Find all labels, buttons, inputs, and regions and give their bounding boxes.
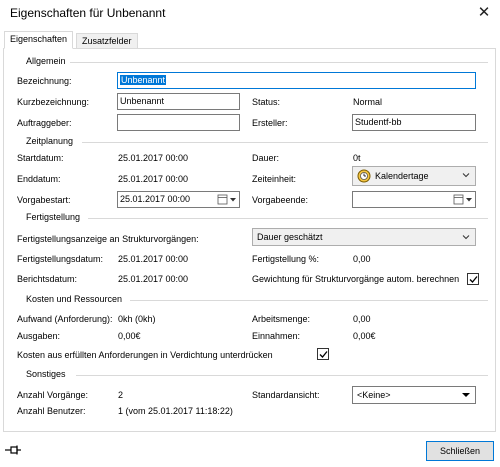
standardansicht-label: Standardansicht: bbox=[252, 390, 320, 400]
pin-icon[interactable] bbox=[4, 444, 22, 456]
close-icon[interactable]: ✕ bbox=[474, 3, 494, 23]
berichtsdatum-label: Berichtsdatum: bbox=[17, 274, 78, 284]
section-sonstiges-header: Sonstiges bbox=[26, 369, 66, 379]
fertigstellungsdatum-value: 25.01.2017 00:00 bbox=[118, 254, 189, 264]
ausgaben-value: 0,00€ bbox=[118, 331, 141, 341]
bezeichnung-input[interactable]: Unbenannt bbox=[117, 72, 476, 89]
window-title: Eigenschaften für Unbenannt bbox=[10, 6, 166, 20]
checkmark-icon bbox=[319, 351, 328, 358]
date-picker-button[interactable] bbox=[216, 192, 238, 207]
status-value: Normal bbox=[353, 97, 383, 107]
section-zeitplanung-header: Zeitplanung bbox=[26, 136, 74, 146]
dauer-value: 0t bbox=[353, 153, 361, 163]
fertigstellungsanzeige-label: Fertigstellungsanzeige an Strukturvorgän… bbox=[17, 234, 199, 244]
aufwand-value: 0kh (0kh) bbox=[118, 314, 156, 324]
anzahl-benutzer-label: Anzahl Benutzer: bbox=[17, 406, 86, 416]
berichtsdatum-value: 25.01.2017 00:00 bbox=[118, 274, 189, 284]
section-kosten-header: Kosten und Ressourcen bbox=[26, 294, 123, 304]
auftraggeber-label: Auftraggeber: bbox=[17, 118, 72, 128]
bezeichnung-label: Bezeichnung: bbox=[17, 76, 72, 86]
arbeitsmenge-value: 0,00 bbox=[353, 314, 371, 324]
standardansicht-dropdown[interactable]: <Keine> bbox=[352, 386, 476, 404]
dropdown-arrow-icon bbox=[462, 393, 470, 397]
fertigstellung-prozent-value: 0,00 bbox=[353, 254, 371, 264]
tab-zusatzfelder[interactable]: Zusatzfelder bbox=[76, 33, 138, 49]
section-divider bbox=[76, 375, 488, 376]
standardansicht-value: <Keine> bbox=[357, 390, 391, 400]
tab-eigenschaften[interactable]: Eigenschaften bbox=[4, 31, 74, 49]
gewichtung-checkbox[interactable] bbox=[467, 273, 479, 285]
auftraggeber-input[interactable] bbox=[117, 114, 240, 131]
vorgabestart-input[interactable]: 25.01.2017 00:00 bbox=[117, 191, 240, 208]
zeiteinheit-label: Zeiteinheit: bbox=[252, 174, 297, 184]
unterdruecken-checkbox[interactable] bbox=[317, 348, 329, 360]
zeiteinheit-value: Kalendertage bbox=[375, 171, 429, 181]
einnahmen-label: Einnahmen: bbox=[252, 331, 301, 341]
einnahmen-value: 0,00€ bbox=[353, 331, 376, 341]
startdatum-label: Startdatum: bbox=[17, 153, 64, 163]
anzahl-vorgaenge-label: Anzahl Vorgänge: bbox=[17, 390, 89, 400]
date-picker-button[interactable] bbox=[452, 192, 474, 207]
zeiteinheit-dropdown[interactable]: Kalendertage bbox=[352, 166, 476, 186]
section-divider bbox=[130, 300, 488, 301]
vorgabestart-value: 25.01.2017 00:00 bbox=[120, 194, 191, 204]
section-divider bbox=[82, 142, 488, 143]
kurzbezeichnung-label: Kurzbezeichnung: bbox=[17, 97, 90, 107]
ausgaben-label: Ausgaben: bbox=[17, 331, 61, 341]
startdatum-value: 25.01.2017 00:00 bbox=[118, 153, 189, 163]
enddatum-value: 25.01.2017 00:00 bbox=[118, 174, 189, 184]
anzahl-vorgaenge-value: 2 bbox=[118, 390, 124, 400]
status-label: Status: bbox=[252, 97, 281, 107]
fertigstellung-prozent-label: Fertigstellung %: bbox=[252, 254, 320, 264]
bezeichnung-value: Unbenannt bbox=[120, 75, 167, 85]
chevron-down-icon bbox=[462, 235, 470, 240]
schliessen-button[interactable]: Schließen bbox=[426, 441, 494, 461]
ersteller-input[interactable]: Studentf-bb bbox=[352, 114, 476, 131]
checkmark-icon bbox=[469, 276, 478, 283]
vorgabeende-label: Vorgabeende: bbox=[252, 195, 309, 205]
fertigstellungsdatum-label: Fertigstellungsdatum: bbox=[17, 254, 104, 264]
fertigstellungsanzeige-value: Dauer geschätzt bbox=[257, 232, 323, 242]
section-fertigstellung-header: Fertigstellung bbox=[26, 212, 81, 222]
chevron-down-icon bbox=[462, 173, 470, 178]
anzahl-benutzer-value: 1 (vom 25.01.2017 11:18:22) bbox=[118, 406, 233, 416]
calendar-clock-icon bbox=[357, 169, 371, 183]
section-allgemein-header: Allgemein bbox=[26, 56, 66, 66]
ersteller-label: Ersteller: bbox=[252, 118, 288, 128]
gewichtung-label: Gewichtung für Strukturvorgänge autom. b… bbox=[252, 274, 460, 284]
unterdruecken-label: Kosten aus erfüllten Anforderungen in Ve… bbox=[17, 350, 273, 360]
dauer-label: Dauer: bbox=[252, 153, 280, 163]
fertigstellungsanzeige-dropdown[interactable]: Dauer geschätzt bbox=[252, 228, 476, 246]
kurzbezeichnung-input[interactable]: Unbenannt bbox=[117, 93, 240, 110]
vorgabeende-input[interactable] bbox=[352, 191, 476, 208]
section-divider bbox=[88, 218, 488, 219]
vorgabestart-label: Vorgabestart: bbox=[17, 195, 71, 205]
section-divider bbox=[70, 62, 488, 63]
arbeitsmenge-label: Arbeitsmenge: bbox=[252, 314, 311, 324]
enddatum-label: Enddatum: bbox=[17, 174, 61, 184]
aufwand-label: Aufwand (Anforderung): bbox=[17, 314, 113, 324]
